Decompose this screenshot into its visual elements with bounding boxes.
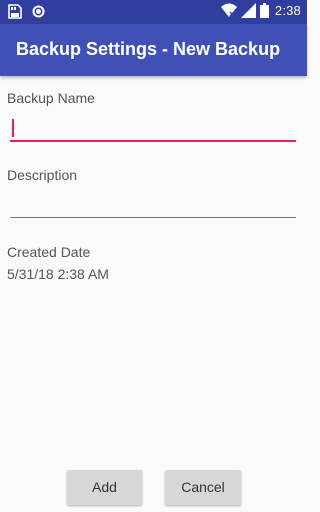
screen: 2:38 Backup Settings - New Backup Backup… [0, 0, 307, 512]
backup-name-input[interactable] [10, 116, 296, 142]
created-date-label: Created Date [7, 244, 91, 260]
status-left [8, 4, 45, 19]
created-date-value: 5/31/18 2:38 AM [7, 266, 109, 282]
status-clock: 2:38 [274, 3, 301, 18]
wifi-icon [220, 3, 237, 17]
status-bar: 2:38 [0, 0, 307, 24]
add-button[interactable]: Add [67, 470, 142, 505]
sd-card-icon [8, 4, 22, 19]
battery-icon [259, 3, 269, 18]
description-label: Description [7, 167, 78, 183]
cancel-button[interactable]: Cancel [165, 470, 241, 505]
circle-icon [32, 5, 45, 18]
signal-icon [240, 3, 256, 18]
status-right: 2:38 [220, 3, 301, 18]
text-cursor [12, 119, 14, 137]
backup-name-label: Backup Name [7, 90, 95, 106]
description-input[interactable] [10, 192, 296, 218]
page-title: Backup Settings - New Backup [16, 39, 281, 59]
app-bar: Backup Settings - New Backup [0, 24, 307, 76]
